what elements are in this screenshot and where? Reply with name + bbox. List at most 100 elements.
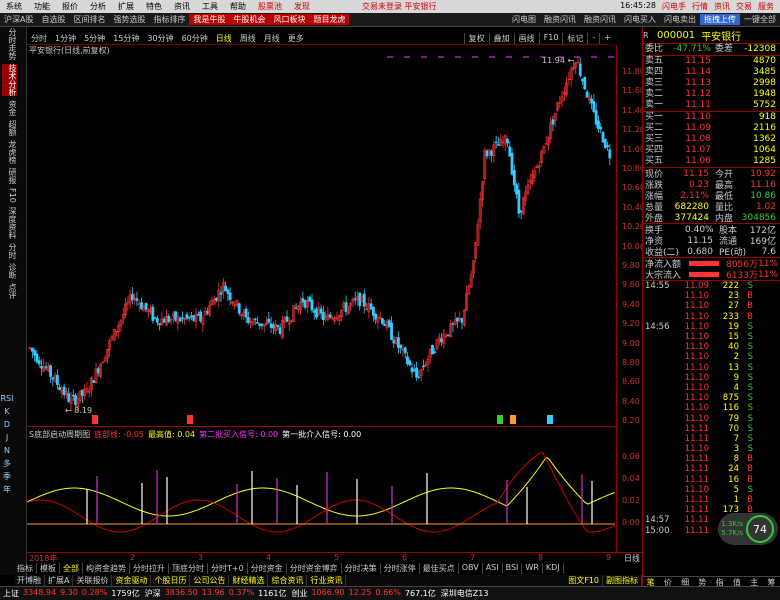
func-4[interactable]: 个股日历 [151, 575, 191, 586]
indicator-tab-6[interactable]: 分时T+0 [208, 563, 248, 574]
toolbar-hot-1[interactable]: 牛股机会 [229, 14, 270, 25]
indicator-tab-16[interactable]: KDJ [543, 563, 564, 574]
speed-badge[interactable]: 1.3K/s 5.7K/s 74 [718, 513, 778, 545]
menu-8[interactable]: 帮助 [224, 1, 252, 12]
period-8[interactable]: 月线 [260, 33, 284, 44]
toolbar-hot-3[interactable]: 题目龙虎 [309, 14, 350, 25]
chart-tool-5[interactable]: - [587, 33, 599, 44]
func-6[interactable]: 财经精选 [229, 575, 269, 586]
period-4[interactable]: 30分钟 [143, 33, 177, 44]
indicator-tab-0[interactable]: 指标 [14, 563, 37, 574]
period-1[interactable]: 1分钟 [51, 33, 80, 44]
period-3[interactable]: 15分钟 [109, 33, 143, 44]
period-5[interactable]: 60分钟 [178, 33, 212, 44]
period-9[interactable]: 更多 [284, 33, 308, 44]
indicator-tab-13[interactable]: ASI [483, 563, 503, 574]
chart-tool-3[interactable]: F10 [538, 33, 563, 44]
right-tab-0[interactable]: 笔 [642, 577, 659, 587]
indicator-tab-14[interactable]: BSI [503, 563, 523, 574]
toolbar-right-0[interactable]: 闪电图 [508, 14, 540, 25]
toolbar-item-1[interactable]: 自选股 [37, 14, 69, 25]
chart-tool-2[interactable]: 画线 [513, 33, 539, 44]
toolbar-right-3[interactable]: 闪电买入 [620, 14, 660, 25]
chart-tool-1[interactable]: 叠加 [488, 33, 514, 44]
left-ind-3[interactable]: J [0, 431, 14, 444]
toolbar-right-1[interactable]: 融资闪讯 [540, 14, 580, 25]
func-8[interactable]: 行业资讯 [307, 575, 347, 586]
menu-1[interactable]: 功能 [28, 1, 56, 12]
func-5[interactable]: 公司公告 [190, 575, 230, 586]
left-ind-4[interactable]: N [0, 444, 14, 457]
toolbar-item-0[interactable]: 沪深A股 [0, 14, 37, 25]
func-right-1[interactable]: 副图指标 [603, 575, 642, 586]
right-tab-7[interactable]: 筹 [763, 577, 780, 587]
func-2[interactable]: 关联报价 [73, 575, 113, 586]
left-nav-9[interactable]: 诊断 [2, 263, 17, 279]
menu-right-4[interactable]: 服务 [758, 1, 774, 12]
func-right-0[interactable]: 图文F10 [565, 575, 603, 586]
left-nav-7[interactable]: 深度资料 [2, 207, 17, 239]
left-nav-4[interactable]: 龙虎榜 [2, 140, 17, 164]
chart-tool-0[interactable]: 复权 [463, 33, 489, 44]
toolbar-hot-0[interactable]: 我是牛股 [189, 14, 230, 25]
left-nav-2[interactable]: 资金 [2, 100, 17, 116]
menu-7[interactable]: 工具 [196, 1, 224, 12]
left-nav-0[interactable]: 分时走势 [2, 28, 17, 60]
indicator-tab-7[interactable]: 分时资金 [248, 563, 287, 574]
right-tab-1[interactable]: 价 [659, 577, 676, 587]
period-2[interactable]: 5分钟 [80, 33, 109, 44]
toolbar-hot-2[interactable]: 风口板块 [269, 14, 310, 25]
indicator-tab-1[interactable]: 模板 [37, 563, 60, 574]
toolbar-right-4[interactable]: 闪电卖出 [660, 14, 700, 25]
period-7[interactable]: 周线 [236, 33, 260, 44]
menu-0[interactable]: 系统 [0, 1, 28, 12]
chart-tool-6[interactable]: + [599, 33, 615, 44]
indicator-tab-8[interactable]: 分时资金博弈 [287, 563, 342, 574]
toolbar-item-2[interactable]: 区间排名 [69, 14, 109, 25]
func-3[interactable]: 资金驱动 [112, 575, 152, 586]
menu-right-2[interactable]: 资讯 [714, 1, 730, 12]
menu-hot[interactable]: 股票池 [252, 1, 288, 12]
left-ind-6[interactable]: 季 [0, 470, 14, 483]
indicator-tab-15[interactable]: WR [522, 563, 543, 574]
menu-right-0[interactable]: 闪电手 [662, 1, 686, 12]
left-ind-0[interactable]: RSI [0, 392, 14, 405]
upload-button[interactable]: 拖拽上传 [700, 14, 740, 25]
indicator-chart[interactable] [27, 427, 615, 552]
menu-3[interactable]: 分析 [84, 1, 112, 12]
indicator-tab-11[interactable]: 最佳买点 [420, 563, 459, 574]
indicator-tab-9[interactable]: 分时决策 [342, 563, 381, 574]
menu-6[interactable]: 资讯 [168, 1, 196, 12]
func-7[interactable]: 综合资讯 [268, 575, 308, 586]
kline-chart[interactable]: 11.94 ←← 8.19 [27, 45, 615, 427]
right-tab-5[interactable]: 值 [728, 577, 745, 587]
menu-right-3[interactable]: 交易 [736, 1, 752, 12]
menu-4[interactable]: 扩展 [112, 1, 140, 12]
right-tab-2[interactable]: 细 [677, 577, 694, 587]
left-ind-7[interactable]: 年 [0, 483, 14, 496]
left-ind-5[interactable]: 多 [0, 457, 14, 470]
toolbar-item-4[interactable]: 指标排序 [149, 14, 189, 25]
toolbar-right-2[interactable]: 融资闪讯 [580, 14, 620, 25]
left-nav-6[interactable]: F10 [2, 188, 17, 203]
left-nav-5[interactable]: 研报 [2, 168, 17, 184]
menu-right-1[interactable]: 行情 [692, 1, 708, 12]
left-ind-1[interactable]: K [0, 405, 14, 418]
toolbar-tail[interactable]: 一键全部 [740, 14, 780, 25]
right-tab-3[interactable]: 势 [694, 577, 711, 587]
right-tab-4[interactable]: 指 [711, 577, 728, 587]
chart-tool-4[interactable]: 标记 [562, 33, 587, 44]
menu-2[interactable]: 报价 [56, 1, 84, 12]
right-tab-6[interactable]: 主 [746, 577, 763, 587]
indicator-tab-4[interactable]: 分时拉升 [130, 563, 169, 574]
indicator-tab-2[interactable]: 全部 [60, 563, 83, 574]
func-1[interactable]: 扩展A [45, 575, 74, 586]
left-nav-3[interactable]: 超额 [2, 120, 17, 136]
period-0[interactable]: 分时 [27, 33, 51, 44]
period-6[interactable]: 日线 [212, 33, 236, 44]
toolbar-item-3[interactable]: 强势选股 [109, 14, 149, 25]
indicator-tab-3[interactable]: 构资金趋势 [83, 563, 130, 574]
menu-5[interactable]: 特色 [140, 1, 168, 12]
left-nav-10[interactable]: 点评 [2, 283, 17, 299]
indicator-tab-5[interactable]: 顶底分时 [169, 563, 208, 574]
